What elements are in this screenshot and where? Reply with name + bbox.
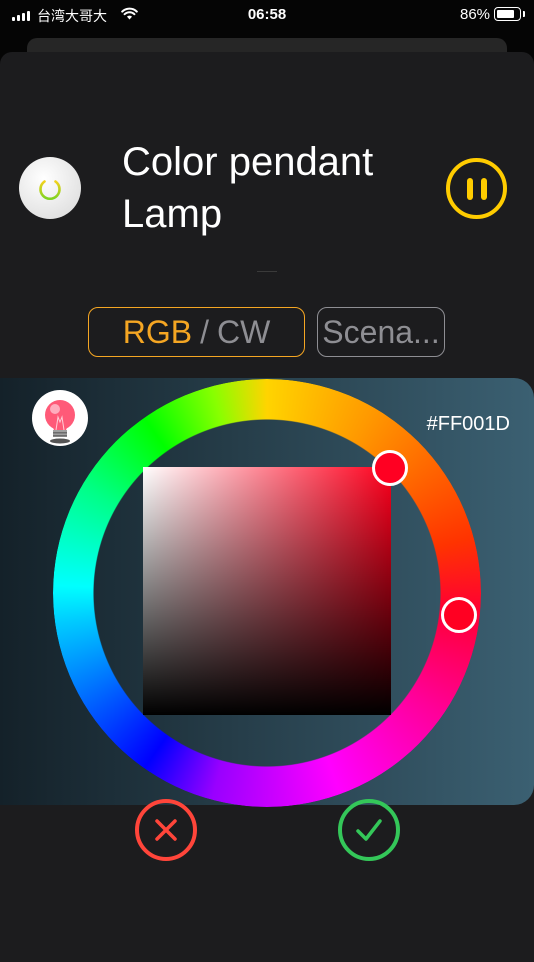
pause-icon-bar-right bbox=[480, 177, 487, 200]
tab-separator: / bbox=[200, 313, 209, 350]
battery-icon bbox=[494, 7, 525, 21]
pause-icon-bar-left bbox=[466, 177, 473, 200]
cancel-button[interactable] bbox=[135, 799, 197, 861]
power-icon bbox=[39, 175, 61, 200]
close-icon bbox=[155, 819, 177, 841]
saturation-brightness-handle[interactable] bbox=[372, 450, 408, 486]
hue-handle[interactable] bbox=[441, 597, 477, 633]
tab-cw-label: CW bbox=[216, 313, 271, 350]
clock: 06:58 bbox=[247, 6, 287, 23]
device-title-line2: Lamp bbox=[122, 192, 223, 236]
tab-scene-label: Scena... bbox=[322, 313, 440, 350]
battery-percent: 86% bbox=[460, 6, 491, 23]
confirm-button[interactable] bbox=[338, 799, 400, 861]
header-divider bbox=[257, 271, 277, 272]
bulb-icon bbox=[32, 390, 88, 446]
tab-scene[interactable]: Scena... bbox=[317, 307, 445, 357]
saturation-brightness-square[interactable] bbox=[143, 467, 391, 715]
device-title: Color pendant Lamp bbox=[122, 136, 422, 240]
device-title-line1: Color pendant bbox=[122, 140, 374, 184]
hex-color-value: #FF001D bbox=[426, 413, 510, 435]
tab-rgb-cw[interactable]: RGB / CW bbox=[88, 307, 305, 357]
status-bar: 台湾大哥大 06:58 86% bbox=[0, 0, 534, 30]
power-button[interactable] bbox=[19, 157, 81, 219]
checkmark-icon bbox=[356, 819, 382, 841]
tab-rgb-label: RGB bbox=[122, 313, 193, 350]
pause-button[interactable] bbox=[446, 158, 507, 219]
